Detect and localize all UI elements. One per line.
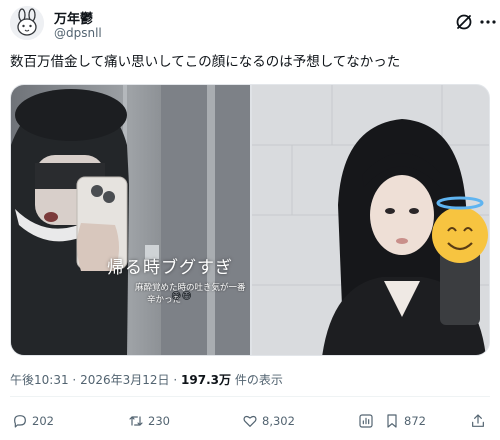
bar-chart-icon <box>359 414 373 428</box>
views-count: 197.3万 <box>181 373 231 387</box>
speech-bubble-icon <box>14 415 26 428</box>
sweat-smile-emoji-icon: 😅😅 <box>171 291 192 302</box>
bookmark-icon <box>387 414 397 428</box>
avatar-drawing <box>10 6 44 40</box>
photo-left-drawing <box>11 85 250 355</box>
meta-separator: · <box>72 373 77 387</box>
like-button[interactable]: 8,302 <box>242 410 295 432</box>
share-button[interactable] <box>470 410 486 432</box>
share-upload-icon <box>472 414 484 427</box>
tweet-date[interactable]: 2026年3月12日 <box>80 373 169 387</box>
photo-mirror-selfie-left[interactable]: 帰る時ブグすぎ 麻酔覚めた時の吐き気が一番 辛かった 😅😅 <box>11 85 250 355</box>
photo-right-drawing <box>252 85 489 355</box>
divider <box>10 396 490 397</box>
more-horizontal-icon[interactable] <box>478 12 498 32</box>
reply-count: 202 <box>32 414 54 428</box>
action-bar: 202 230 8,302 872 <box>10 410 490 432</box>
avatar[interactable] <box>10 6 44 40</box>
media-grid: 帰る時ブグすぎ 麻酔覚めた時の吐き気が一番 辛かった 😅😅 <box>10 84 490 356</box>
views-label: 件の表示 <box>234 373 283 387</box>
photo-caption-main: 帰る時ブグすぎ <box>107 258 233 278</box>
repost-button[interactable]: 230 <box>128 410 170 432</box>
tweet-header: 万年鬱 @dpsnll <box>10 6 496 42</box>
heart-icon <box>243 415 257 427</box>
reply-button[interactable]: 202 <box>12 410 54 432</box>
repost-count: 230 <box>148 414 170 428</box>
views-button[interactable] <box>358 410 374 432</box>
tweet-time[interactable]: 午後10:31 <box>10 373 69 387</box>
tweet-meta: 午後10:31 · 2026年3月12日 · 197.3万 件の表示 <box>10 371 283 388</box>
bookmark-count: 872 <box>404 414 426 428</box>
user-handle[interactable]: @dpsnll <box>54 26 102 40</box>
meta-separator-2: · <box>173 373 178 387</box>
repost-arrows-icon <box>129 416 143 426</box>
bookmark-button[interactable]: 872 <box>384 410 426 432</box>
like-count: 8,302 <box>262 414 295 428</box>
display-name[interactable]: 万年鬱 <box>54 8 93 27</box>
grok-icon[interactable] <box>454 12 474 32</box>
photo-mirror-selfie-right[interactable] <box>252 85 489 355</box>
tweet-text: 数百万借金して痛い思いしてこの顔になるのは予想してなかった <box>10 54 401 70</box>
